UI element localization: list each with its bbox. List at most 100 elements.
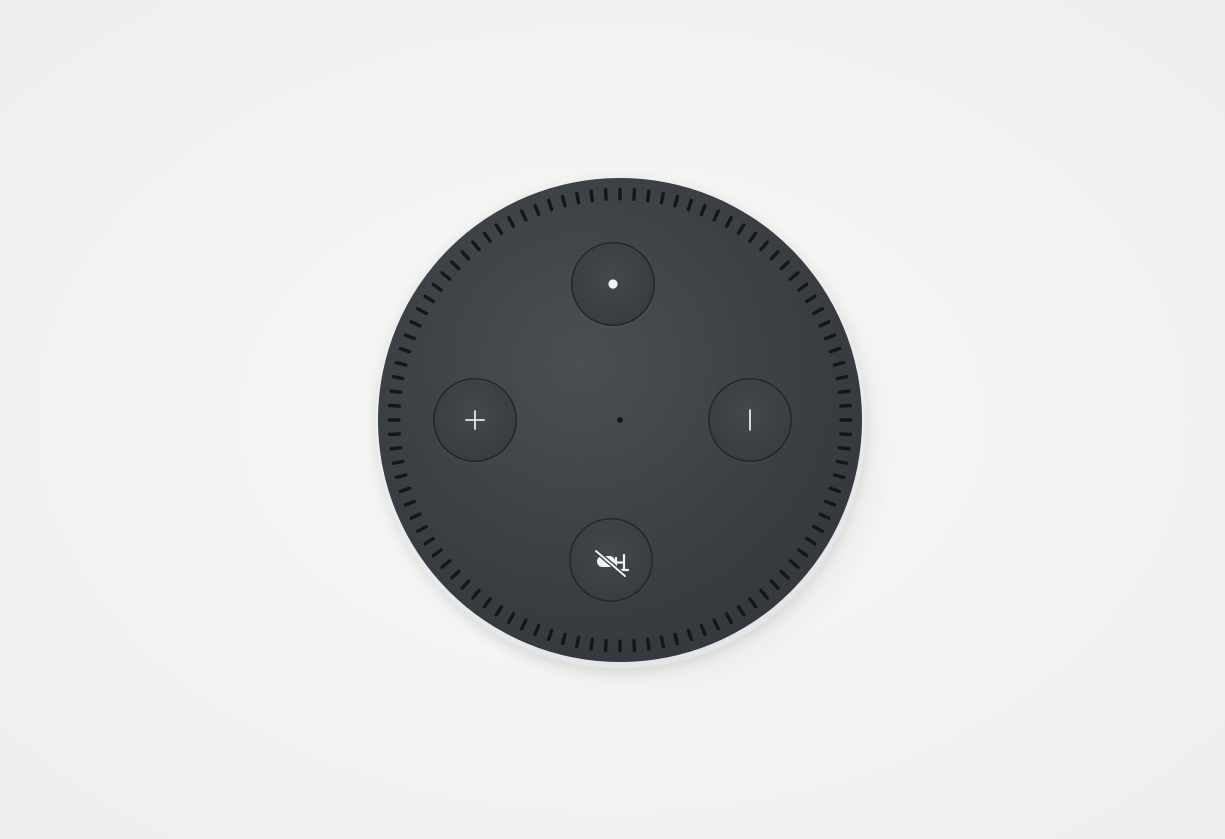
- grille-hole: [673, 194, 680, 208]
- grille-hole: [560, 194, 567, 208]
- grille-hole: [494, 223, 504, 235]
- grille-hole: [769, 579, 780, 590]
- grille-hole: [546, 628, 554, 642]
- grille-hole: [837, 446, 851, 451]
- grille-hole: [482, 231, 492, 243]
- plus-icon: [465, 410, 485, 430]
- grille-hole: [389, 446, 403, 451]
- grille-hole: [797, 282, 809, 292]
- microphone-hole: [617, 417, 623, 423]
- grille-hole: [823, 333, 837, 341]
- minus-icon: [749, 409, 751, 431]
- grille-hole: [507, 612, 516, 624]
- grille-hole: [797, 548, 809, 558]
- grille-hole: [398, 486, 412, 494]
- grille-hole: [416, 524, 428, 533]
- grille-hole: [805, 536, 817, 546]
- grille-hole: [440, 271, 452, 281]
- grille-hole: [387, 403, 401, 408]
- grille-hole: [533, 623, 541, 637]
- grille-hole: [575, 635, 581, 649]
- grille-hole: [812, 524, 824, 533]
- grille-hole: [839, 403, 853, 408]
- grille-hole: [712, 618, 720, 631]
- grille-hole: [818, 512, 831, 520]
- grille-hole: [748, 597, 758, 609]
- volume-down-button[interactable]: [708, 378, 792, 462]
- grille-hole: [589, 189, 594, 203]
- grille-hole: [398, 346, 412, 354]
- action-button[interactable]: [571, 242, 655, 326]
- grille-hole: [686, 628, 694, 642]
- grille-hole: [431, 282, 443, 292]
- grille-hole: [589, 637, 594, 651]
- grille-hole: [646, 637, 651, 651]
- grille-hole: [759, 240, 769, 252]
- grille-hole: [389, 389, 403, 394]
- grille-hole: [391, 459, 405, 465]
- grille-hole: [839, 432, 853, 437]
- grille-hole: [823, 499, 837, 507]
- grille-hole: [832, 360, 846, 367]
- grille-hole: [450, 569, 461, 580]
- grille-hole: [839, 418, 853, 422]
- grille-hole: [837, 389, 851, 394]
- grille-hole: [471, 588, 481, 600]
- grille-hole: [632, 187, 637, 201]
- grille-hole: [818, 320, 831, 328]
- grille-hole: [699, 203, 707, 217]
- microphone-off-icon: [593, 548, 630, 579]
- grille-hole: [812, 307, 824, 316]
- grille-hole: [659, 191, 665, 205]
- grille-hole: [618, 639, 622, 653]
- grille-hole: [788, 559, 800, 569]
- grille-hole: [560, 632, 567, 646]
- grille-hole: [835, 375, 849, 381]
- grille-hole: [828, 346, 842, 354]
- grille-hole: [686, 198, 694, 212]
- grille-hole: [832, 473, 846, 480]
- grille-hole: [460, 579, 471, 590]
- grille-hole: [546, 198, 554, 212]
- grille-hole: [394, 473, 408, 480]
- speaker-top: [378, 178, 862, 662]
- grille-hole: [387, 432, 401, 437]
- grille-hole: [603, 187, 608, 201]
- grille-hole: [403, 499, 417, 507]
- grille-hole: [835, 459, 849, 465]
- grille-hole: [482, 597, 492, 609]
- grille-hole: [712, 209, 720, 222]
- grille-hole: [699, 623, 707, 637]
- grille-hole: [403, 333, 417, 341]
- grille-hole: [394, 360, 408, 367]
- grille-hole: [769, 250, 780, 261]
- grille-hole: [507, 216, 516, 228]
- grille-hole: [618, 187, 622, 201]
- grille-hole: [724, 612, 733, 624]
- volume-up-button[interactable]: [433, 378, 517, 462]
- grille-hole: [409, 320, 422, 328]
- grille-hole: [828, 486, 842, 494]
- grille-hole: [646, 189, 651, 203]
- grille-hole: [431, 548, 443, 558]
- grille-hole: [450, 260, 461, 271]
- grille-hole: [494, 605, 504, 617]
- grille-hole: [805, 294, 817, 304]
- grille-hole: [779, 569, 790, 580]
- grille-hole: [423, 536, 435, 546]
- grille-hole: [736, 223, 746, 235]
- grille-hole: [387, 418, 401, 422]
- grille-hole: [391, 375, 405, 381]
- grille-hole: [748, 231, 758, 243]
- microphone-off-button[interactable]: [569, 518, 653, 602]
- grille-hole: [673, 632, 680, 646]
- grille-hole: [724, 216, 733, 228]
- grille-hole: [440, 559, 452, 569]
- grille-hole: [533, 203, 541, 217]
- grille-hole: [779, 260, 790, 271]
- grille-hole: [460, 250, 471, 261]
- grille-hole: [471, 240, 481, 252]
- grille-hole: [736, 605, 746, 617]
- grille-hole: [416, 307, 428, 316]
- grille-hole: [575, 191, 581, 205]
